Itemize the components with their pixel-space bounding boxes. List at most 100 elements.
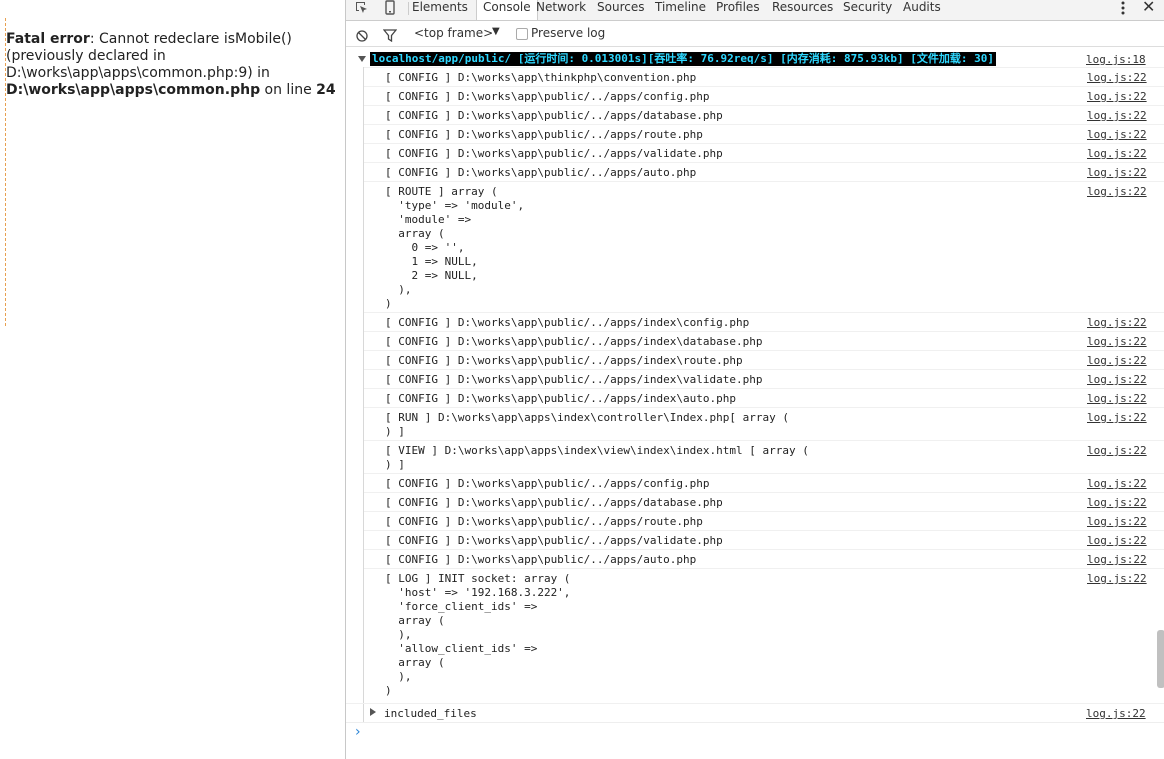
log-message-text: [ CONFIG ] D:\works\app\public/../apps/i… — [385, 335, 763, 348]
error-mid: on line — [260, 82, 317, 98]
log-message: [ LOG ] INIT socket: array ( 'host' => '… — [364, 568, 1164, 700]
included-files-group[interactable]: included_files log.js:22 — [346, 703, 1164, 723]
source-link[interactable]: log.js:22 — [1087, 572, 1147, 586]
source-link[interactable]: log.js:22 — [1087, 185, 1147, 199]
log-message-text: [ LOG ] INIT socket: array ( 'host' => '… — [385, 572, 571, 697]
tab-resources[interactable]: Resources — [772, 0, 833, 20]
log-group-header[interactable]: localhost/app/public/ [运行时间: 0.013001s][… — [346, 51, 1164, 67]
log-message-text: [ RUN ] D:\works\app\apps\index\controll… — [385, 411, 789, 438]
log-message-text: [ CONFIG ] D:\works\app\public/../apps/v… — [385, 534, 723, 547]
log-message-text: [ CONFIG ] D:\works\app\public/../apps/i… — [385, 373, 763, 386]
log-message: [ CONFIG ] D:\works\app\thinkphp\convent… — [364, 67, 1164, 87]
log-message: [ RUN ] D:\works\app\apps\index\controll… — [364, 407, 1164, 441]
log-message-text: [ CONFIG ] D:\works\app\public/../apps/c… — [385, 477, 710, 490]
included-files-label: included_files — [384, 707, 477, 720]
log-message: [ CONFIG ] D:\works\app\public/../apps/i… — [364, 350, 1164, 370]
tab-security[interactable]: Security — [843, 0, 892, 20]
close-devtools-icon[interactable]: ✕ — [1142, 0, 1155, 16]
tab-network[interactable]: Network — [536, 0, 586, 20]
frame-select-arrow-icon[interactable]: ▼ — [492, 26, 500, 37]
toolbar-divider — [408, 2, 409, 15]
device-mode-icon[interactable] — [382, 0, 406, 17]
log-message-text: [ CONFIG ] D:\works\app\thinkphp\convent… — [385, 71, 697, 84]
log-message-text: [ CONFIG ] D:\works\app\public/../apps/i… — [385, 316, 750, 329]
source-link[interactable]: log.js:22 — [1087, 316, 1147, 330]
source-link[interactable]: log.js:22 — [1087, 477, 1147, 491]
clear-console-icon[interactable] — [356, 27, 368, 42]
log-message: [ ROUTE ] array ( 'type' => 'module', 'm… — [364, 181, 1164, 313]
scrollbar-thumb[interactable] — [1157, 630, 1164, 688]
log-group-messages: [ CONFIG ] D:\works\app\thinkphp\convent… — [363, 67, 1164, 723]
prompt-chevron-icon: › — [355, 724, 361, 740]
frame-select[interactable]: <top frame> — [414, 26, 493, 40]
collapse-caret-icon[interactable] — [370, 708, 376, 716]
log-message-text: [ CONFIG ] D:\works\app\public/../apps/v… — [385, 147, 723, 160]
source-link[interactable]: log.js:18 — [1086, 53, 1146, 66]
log-message-text: [ CONFIG ] D:\works\app\public/../apps/d… — [385, 109, 723, 122]
log-message: [ CONFIG ] D:\works\app\public/../apps/i… — [364, 312, 1164, 332]
fatal-error-message: Fatal error: Cannot redeclare isMobile()… — [6, 31, 336, 99]
source-link[interactable]: log.js:22 — [1086, 707, 1146, 721]
tab-elements[interactable]: Elements — [412, 0, 468, 20]
log-message: [ CONFIG ] D:\works\app\public/../apps/c… — [364, 86, 1164, 106]
source-link[interactable]: log.js:22 — [1087, 166, 1147, 180]
source-link[interactable]: log.js:22 — [1087, 90, 1147, 104]
log-message: [ CONFIG ] D:\works\app\public/../apps/v… — [364, 143, 1164, 163]
group-header-text: localhost/app/public/ [运行时间: 0.013001s][… — [370, 52, 996, 66]
expand-caret-icon[interactable] — [358, 56, 366, 62]
log-message: [ CONFIG ] D:\works\app\public/../apps/v… — [364, 530, 1164, 550]
log-message-text: [ CONFIG ] D:\works\app\public/../apps/d… — [385, 496, 723, 509]
source-link[interactable]: log.js:22 — [1087, 354, 1147, 368]
log-message-text: [ CONFIG ] D:\works\app\public/../apps/a… — [385, 166, 697, 179]
log-message-text: [ CONFIG ] D:\works\app\public/../apps/i… — [385, 392, 736, 405]
error-label: Fatal error — [6, 31, 90, 47]
source-link[interactable]: log.js:22 — [1087, 109, 1147, 123]
error-file: D:\works\app\apps\common.php — [6, 82, 261, 98]
log-message-text: [ CONFIG ] D:\works\app\public/../apps/c… — [385, 90, 710, 103]
log-message: [ CONFIG ] D:\works\app\public/../apps/a… — [364, 549, 1164, 569]
source-link[interactable]: log.js:22 — [1087, 392, 1147, 406]
page-content: Fatal error: Cannot redeclare isMobile()… — [0, 0, 345, 759]
inspect-element-icon[interactable] — [354, 0, 378, 17]
console-output: localhost/app/public/ [运行时间: 0.013001s][… — [346, 47, 1164, 759]
error-line: 24 — [316, 82, 336, 98]
devtools-panel: Elements Console Network Sources Timeline Pro… — [345, 0, 1164, 759]
log-message: [ CONFIG ] D:\works\app\public/../apps/i… — [364, 369, 1164, 389]
tab-sources[interactable]: Sources — [597, 0, 644, 20]
log-message: [ VIEW ] D:\works\app\apps\index\view\in… — [364, 440, 1164, 474]
log-message: [ CONFIG ] D:\works\app\public/../apps/a… — [364, 162, 1164, 182]
log-message: [ CONFIG ] D:\works\app\public/../apps/i… — [364, 388, 1164, 408]
source-link[interactable]: log.js:22 — [1087, 534, 1147, 548]
source-link[interactable]: log.js:22 — [1087, 515, 1147, 529]
source-link[interactable]: log.js:22 — [1087, 147, 1147, 161]
tab-timeline[interactable]: Timeline — [655, 0, 706, 20]
source-link[interactable]: log.js:22 — [1087, 411, 1147, 425]
source-link[interactable]: log.js:22 — [1087, 335, 1147, 349]
log-message-text: [ ROUTE ] array ( 'type' => 'module', 'm… — [385, 185, 525, 310]
more-options-icon[interactable] — [1116, 0, 1130, 17]
source-link[interactable]: log.js:22 — [1087, 373, 1147, 387]
log-message-text: [ CONFIG ] D:\works\app\public/../apps/a… — [385, 553, 697, 566]
log-message: [ CONFIG ] D:\works\app\public/../apps/c… — [364, 473, 1164, 493]
tab-audits[interactable]: Audits — [903, 0, 941, 20]
tab-profiles[interactable]: Profiles — [716, 0, 760, 20]
source-link[interactable]: log.js:22 — [1087, 496, 1147, 510]
log-message-text: [ CONFIG ] D:\works\app\public/../apps/r… — [385, 515, 703, 528]
preserve-log-checkbox[interactable] — [516, 28, 528, 40]
log-message: [ CONFIG ] D:\works\app\public/../apps/r… — [364, 124, 1164, 144]
console-prompt[interactable]: › — [346, 722, 1164, 743]
filter-icon[interactable] — [382, 27, 398, 43]
log-message-text: [ CONFIG ] D:\works\app\public/../apps/r… — [385, 128, 703, 141]
log-message: [ CONFIG ] D:\works\app\public/../apps/i… — [364, 331, 1164, 351]
devtools-tab-bar: Elements Console Network Sources Timeline Pro… — [346, 0, 1164, 21]
log-message-text: [ CONFIG ] D:\works\app\public/../apps/i… — [385, 354, 743, 367]
source-link[interactable]: log.js:22 — [1087, 128, 1147, 142]
source-link[interactable]: log.js:22 — [1087, 444, 1147, 458]
source-link[interactable]: log.js:22 — [1087, 71, 1147, 85]
log-message-text: [ VIEW ] D:\works\app\apps\index\view\in… — [385, 444, 809, 471]
console-toolbar: <top frame> ▼ Preserve log — [346, 21, 1164, 47]
preserve-log-label[interactable]: Preserve log — [531, 26, 605, 40]
log-message: [ CONFIG ] D:\works\app\public/../apps/r… — [364, 511, 1164, 531]
tab-console[interactable]: Console — [476, 0, 538, 20]
source-link[interactable]: log.js:22 — [1087, 553, 1147, 567]
